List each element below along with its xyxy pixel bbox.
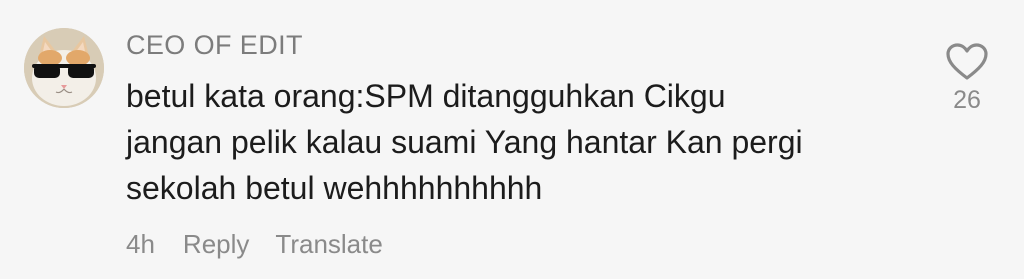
cat-sunglasses-icon [24, 28, 104, 108]
comment-item: CEO OF EDIT betul kata orang:SPM ditangg… [0, 0, 1024, 279]
translate-button[interactable]: Translate [275, 229, 382, 260]
comment-username[interactable]: CEO OF EDIT [126, 30, 303, 61]
heart-outline-icon [946, 43, 988, 80]
avatar[interactable] [24, 28, 104, 108]
reply-button[interactable]: Reply [183, 229, 249, 260]
comment-meta: 4h Reply Translate [126, 229, 383, 260]
comment-timestamp: 4h [126, 229, 155, 259]
comment-text: betul kata orang:SPM ditangguhkan Cikgu … [126, 78, 803, 206]
like-count: 26 [953, 86, 981, 114]
like-button[interactable]: 26 [935, 42, 999, 115]
